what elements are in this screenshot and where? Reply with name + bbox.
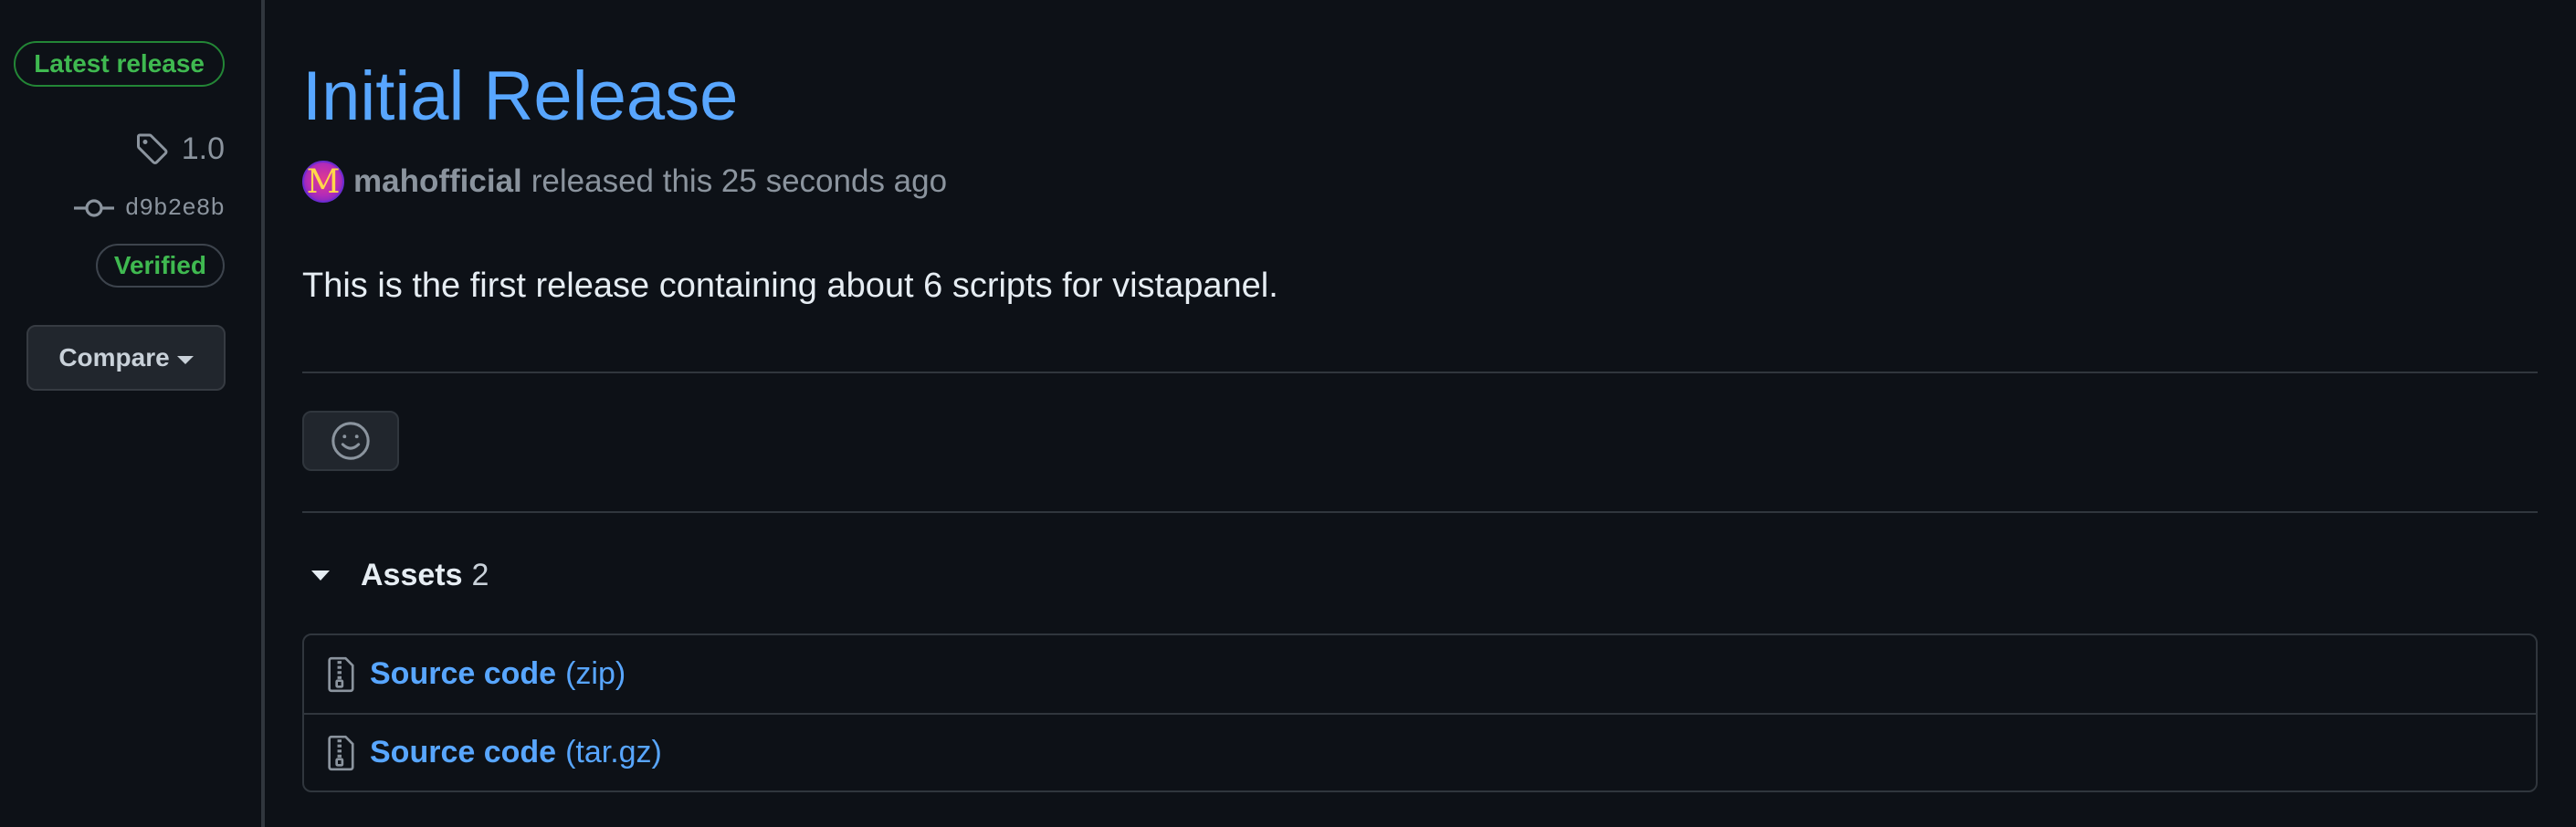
caret-down-icon xyxy=(176,355,194,364)
compare-button[interactable]: Compare xyxy=(26,325,226,391)
list-item[interactable]: Source code (zip) xyxy=(304,635,2536,713)
avatar-letter: M xyxy=(306,162,341,201)
release-body: Initial Release M mahofficial released t… xyxy=(302,0,2538,827)
assets-label: Assets xyxy=(361,557,463,592)
release-page: Latest release 1.0 d9b2e8b Verified Comp… xyxy=(0,0,2576,827)
assets-list: Source code (zip) Source code (tar.gz) xyxy=(302,633,2538,792)
asset-link[interactable]: Source code xyxy=(370,735,556,770)
release-tag[interactable]: 1.0 xyxy=(134,128,225,170)
smiley-icon xyxy=(331,422,370,460)
released-time: released this 25 seconds ago xyxy=(531,163,948,199)
divider xyxy=(302,372,2538,373)
asset-link[interactable]: Source code xyxy=(370,656,556,692)
sidebar-divider xyxy=(261,0,265,827)
release-meta-sidebar: Latest release 1.0 d9b2e8b Verified Comp… xyxy=(0,0,261,827)
asset-format[interactable]: (zip) xyxy=(565,656,626,692)
divider xyxy=(302,511,2538,513)
release-description: This is the first release containing abo… xyxy=(302,267,1278,305)
release-title[interactable]: Initial Release xyxy=(302,53,738,141)
file-zip-icon xyxy=(328,735,354,770)
triangle-down-icon xyxy=(311,570,330,581)
tag-icon xyxy=(136,133,168,164)
git-commit-icon xyxy=(73,199,114,217)
file-zip-icon xyxy=(328,656,354,692)
assets-count: 2 xyxy=(471,557,489,592)
asset-format[interactable]: (tar.gz) xyxy=(565,735,662,770)
verified-badge[interactable]: Verified xyxy=(95,244,225,288)
avatar[interactable]: M xyxy=(302,161,344,203)
tag-label: 1.0 xyxy=(181,131,225,166)
add-reaction-button[interactable] xyxy=(302,411,399,471)
list-item[interactable]: Source code (tar.gz) xyxy=(304,713,2536,790)
compare-label: Compare xyxy=(58,343,170,372)
author-link[interactable]: mahofficial xyxy=(353,163,522,200)
commit-sha: d9b2e8b xyxy=(124,194,225,222)
assets-toggle[interactable]: Assets 2 xyxy=(308,552,489,598)
release-byline: M mahofficial released this 25 seconds a… xyxy=(302,159,947,204)
latest-release-badge: Latest release xyxy=(14,41,225,87)
release-commit[interactable]: d9b2e8b xyxy=(73,190,225,226)
